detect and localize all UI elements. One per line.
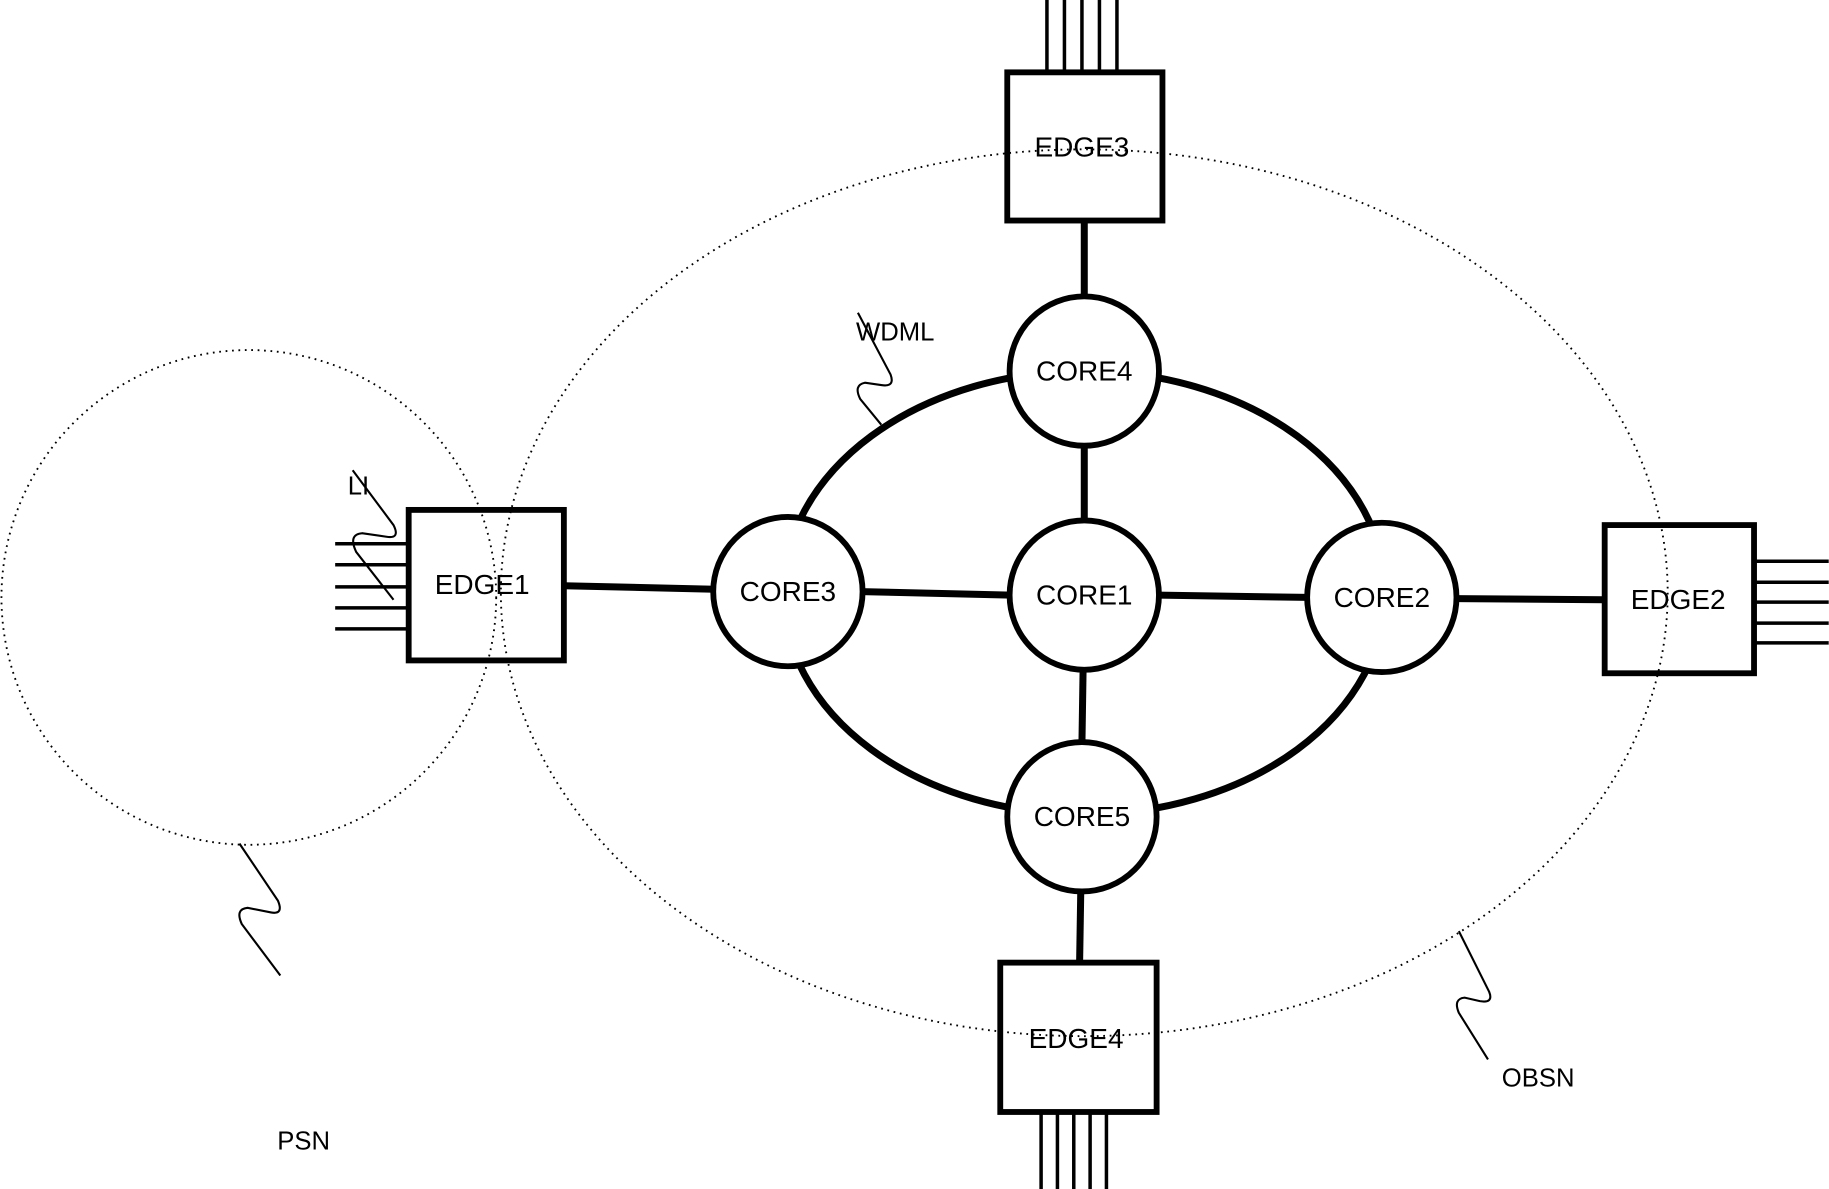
core5-label: CORE5 bbox=[1034, 801, 1130, 832]
callout-li: LI bbox=[348, 469, 397, 601]
link-core2-edge2 bbox=[1456, 595, 1605, 604]
core-node-core2[interactable]: CORE2 bbox=[1304, 519, 1460, 676]
callout-psn: PSN bbox=[238, 843, 330, 1155]
link-edge1-core3 bbox=[563, 582, 715, 593]
core-node-core1[interactable]: CORE1 bbox=[1006, 517, 1162, 673]
callout-obsn: OBSN bbox=[1455, 930, 1575, 1092]
link-core5-edge4 bbox=[1076, 890, 1085, 963]
link-core3-core1 bbox=[861, 588, 1011, 599]
core1-label: CORE1 bbox=[1036, 579, 1132, 610]
psn-leader bbox=[238, 843, 282, 977]
obsn-label: OBSN bbox=[1502, 1064, 1575, 1092]
link-core1-core5 bbox=[1078, 668, 1087, 744]
edge-node-edge3[interactable]: EDGE3 bbox=[1004, 69, 1166, 224]
core-node-core5[interactable]: CORE5 bbox=[1004, 739, 1160, 895]
edge-node-edge4[interactable]: EDGE4 bbox=[997, 959, 1160, 1115]
core2-label: CORE2 bbox=[1334, 582, 1430, 613]
core3-label: CORE3 bbox=[740, 576, 836, 607]
edge3-label: EDGE3 bbox=[1034, 131, 1129, 162]
edge1-label: EDGE1 bbox=[435, 569, 530, 600]
edge2-external-lines bbox=[1754, 559, 1829, 645]
link-core1-core2 bbox=[1158, 591, 1308, 601]
edge1-external-lines bbox=[335, 541, 409, 631]
psn-label: PSN bbox=[277, 1127, 330, 1155]
network-diagram: CORE4 CORE3 CORE1 CORE2 CORE5 EDGE1 EDGE… bbox=[0, 0, 1829, 1189]
psn-region bbox=[0, 349, 498, 846]
edge-node-edge1[interactable]: EDGE1 bbox=[405, 506, 567, 664]
obsn-leader bbox=[1455, 930, 1492, 1061]
edge4-external-lines bbox=[1039, 1111, 1109, 1189]
edge-node-edge2[interactable]: EDGE2 bbox=[1601, 522, 1757, 677]
edge3-external-lines bbox=[1045, 0, 1119, 73]
core-node-core3[interactable]: CORE3 bbox=[710, 513, 866, 670]
edge4-label: EDGE4 bbox=[1029, 1023, 1124, 1054]
core4-label: CORE4 bbox=[1036, 355, 1132, 386]
core-node-core4[interactable]: CORE4 bbox=[1006, 293, 1162, 449]
edge2-label: EDGE2 bbox=[1631, 584, 1726, 615]
